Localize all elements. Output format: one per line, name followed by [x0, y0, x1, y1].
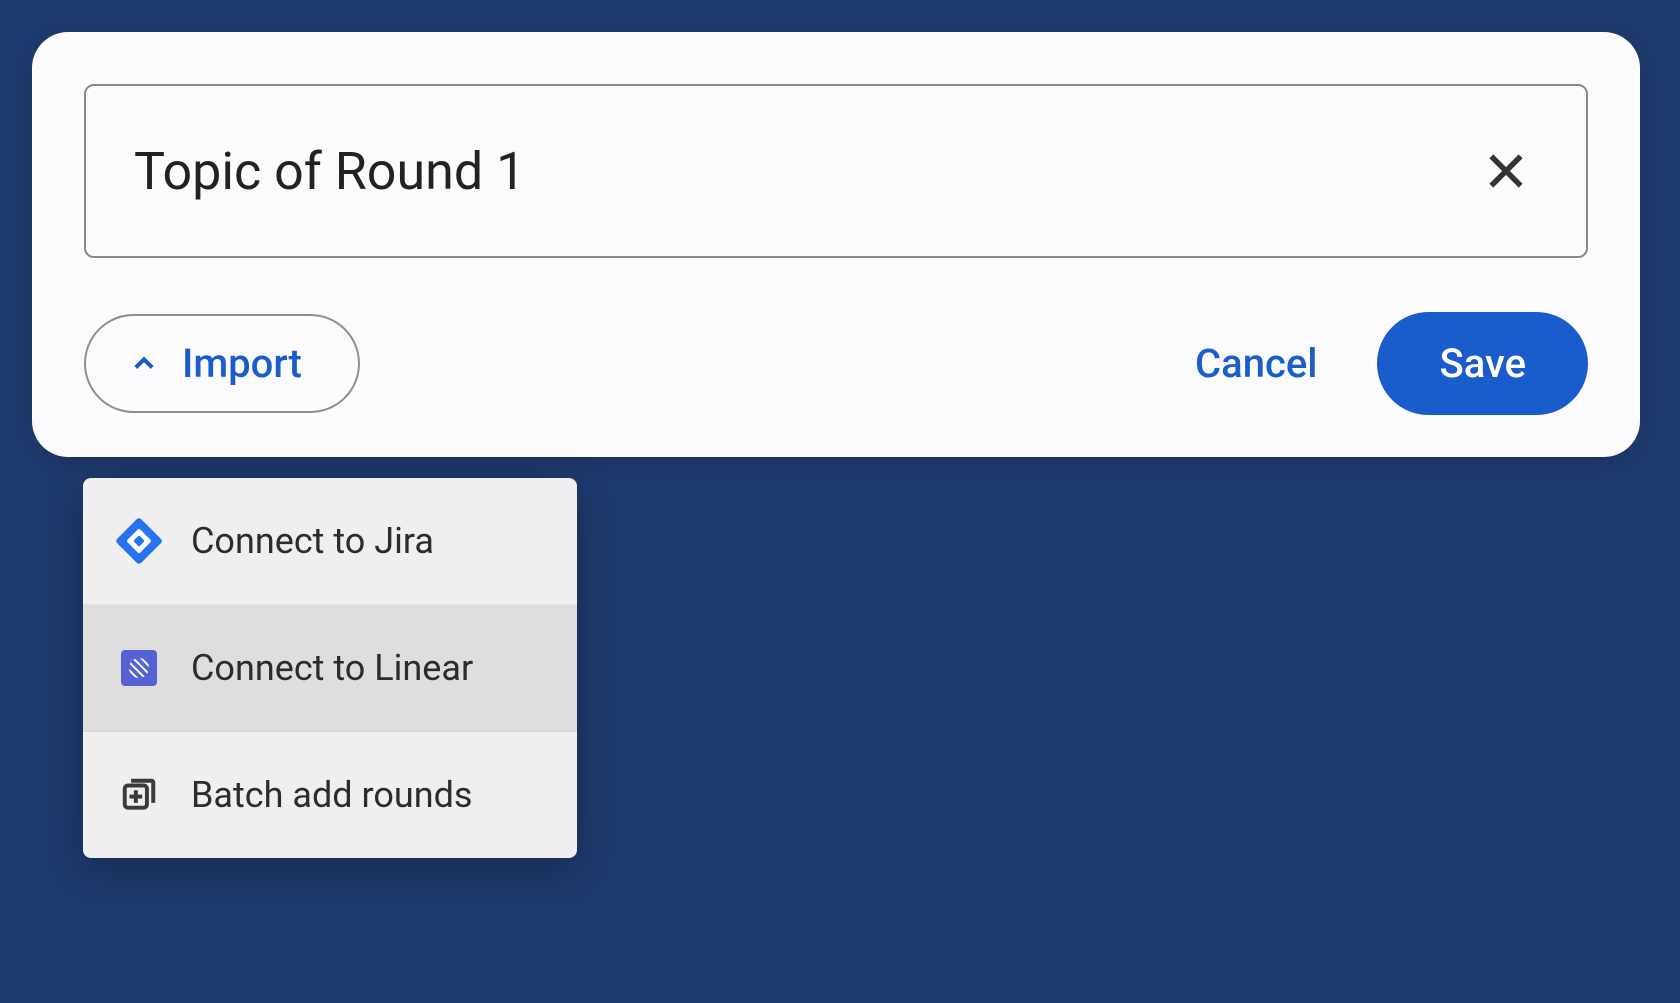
jira-icon	[119, 521, 159, 561]
batch-add-icon	[119, 775, 159, 815]
topic-input-wrap	[84, 84, 1588, 258]
dropdown-item-batch[interactable]: Batch add rounds	[83, 732, 577, 858]
dropdown-item-label: Connect to Jira	[191, 520, 434, 562]
actions-row: Import Cancel Save	[84, 312, 1588, 415]
dropdown-item-label: Batch add rounds	[191, 774, 473, 816]
dropdown-item-jira[interactable]: Connect to Jira	[83, 478, 577, 605]
import-button-label: Import	[182, 340, 302, 387]
close-icon	[1484, 149, 1528, 193]
import-button[interactable]: Import	[84, 314, 360, 413]
cancel-button[interactable]: Cancel	[1155, 316, 1357, 411]
form-card: Import Cancel Save	[32, 32, 1640, 457]
dropdown-item-linear[interactable]: Connect to Linear	[83, 605, 577, 732]
dropdown-item-label: Connect to Linear	[191, 647, 473, 689]
topic-input[interactable]	[134, 141, 1474, 202]
clear-input-button[interactable]	[1474, 139, 1538, 203]
chevron-up-icon	[130, 350, 158, 378]
linear-icon	[119, 648, 159, 688]
import-dropdown: Connect to Jira Connect to Linear	[83, 478, 577, 858]
save-button[interactable]: Save	[1377, 312, 1588, 415]
